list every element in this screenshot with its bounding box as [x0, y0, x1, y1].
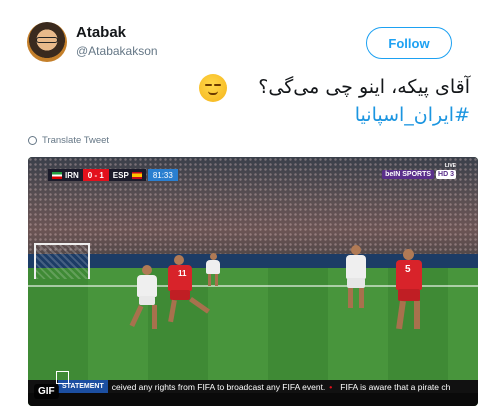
translate-tweet-link[interactable]: Translate Tweet	[28, 135, 109, 146]
iran-flag-icon	[52, 171, 62, 179]
follow-button[interactable]: Follow	[366, 27, 452, 59]
player-number: 11	[178, 269, 187, 278]
match-score: 0 - 1	[82, 169, 109, 181]
player-number: 5	[405, 264, 411, 275]
live-label: LIVE	[444, 163, 456, 169]
news-ticker: STATEMENT ceived any rights from FIFA to…	[28, 380, 478, 393]
tweet-text: آقای پیکه، اینو چی می‌گی؟ #ایران_اسپانیا	[150, 73, 470, 129]
author-name[interactable]: Atabak	[76, 24, 126, 41]
broadcast-square-icon	[56, 371, 69, 384]
broadcaster-channel: HD 3	[436, 170, 456, 179]
translate-label: Translate Tweet	[42, 135, 110, 146]
gif-badge: GIF	[34, 384, 59, 399]
match-clock: 81:33	[147, 169, 178, 181]
home-team: IRN	[65, 170, 79, 180]
hashtag-link[interactable]: #ایران_اسپانیا	[150, 101, 470, 129]
author-avatar[interactable]	[27, 22, 67, 62]
broadcaster-logo: LIVE beIN SPORTS HD 3	[382, 163, 456, 180]
ticker-message: ceived any rights from FIFA to broadcast…	[111, 381, 326, 392]
goal-net	[34, 243, 90, 279]
globe-icon	[28, 136, 37, 145]
ticker-base	[28, 393, 478, 406]
avatar-glasses	[36, 37, 58, 43]
tweet-text-line: آقای پیکه، اینو چی می‌گی؟	[258, 76, 470, 98]
ticker-separator: •	[329, 381, 333, 392]
match-scorebug: IRN 0 - 1 ESP 81:33	[48, 169, 178, 181]
broadcaster-name: beIN SPORTS	[382, 170, 435, 179]
spain-flag-icon	[131, 171, 142, 179]
ticker-message-2: FIFA is aware that a pirate ch	[340, 381, 451, 392]
away-team: ESP	[112, 170, 129, 180]
author-handle[interactable]: @Atabakakson	[76, 44, 158, 58]
gif-media[interactable]: 11 5 IRN 0 - 1 ESP 81:33 LIVE beIN SPORT…	[28, 157, 478, 406]
